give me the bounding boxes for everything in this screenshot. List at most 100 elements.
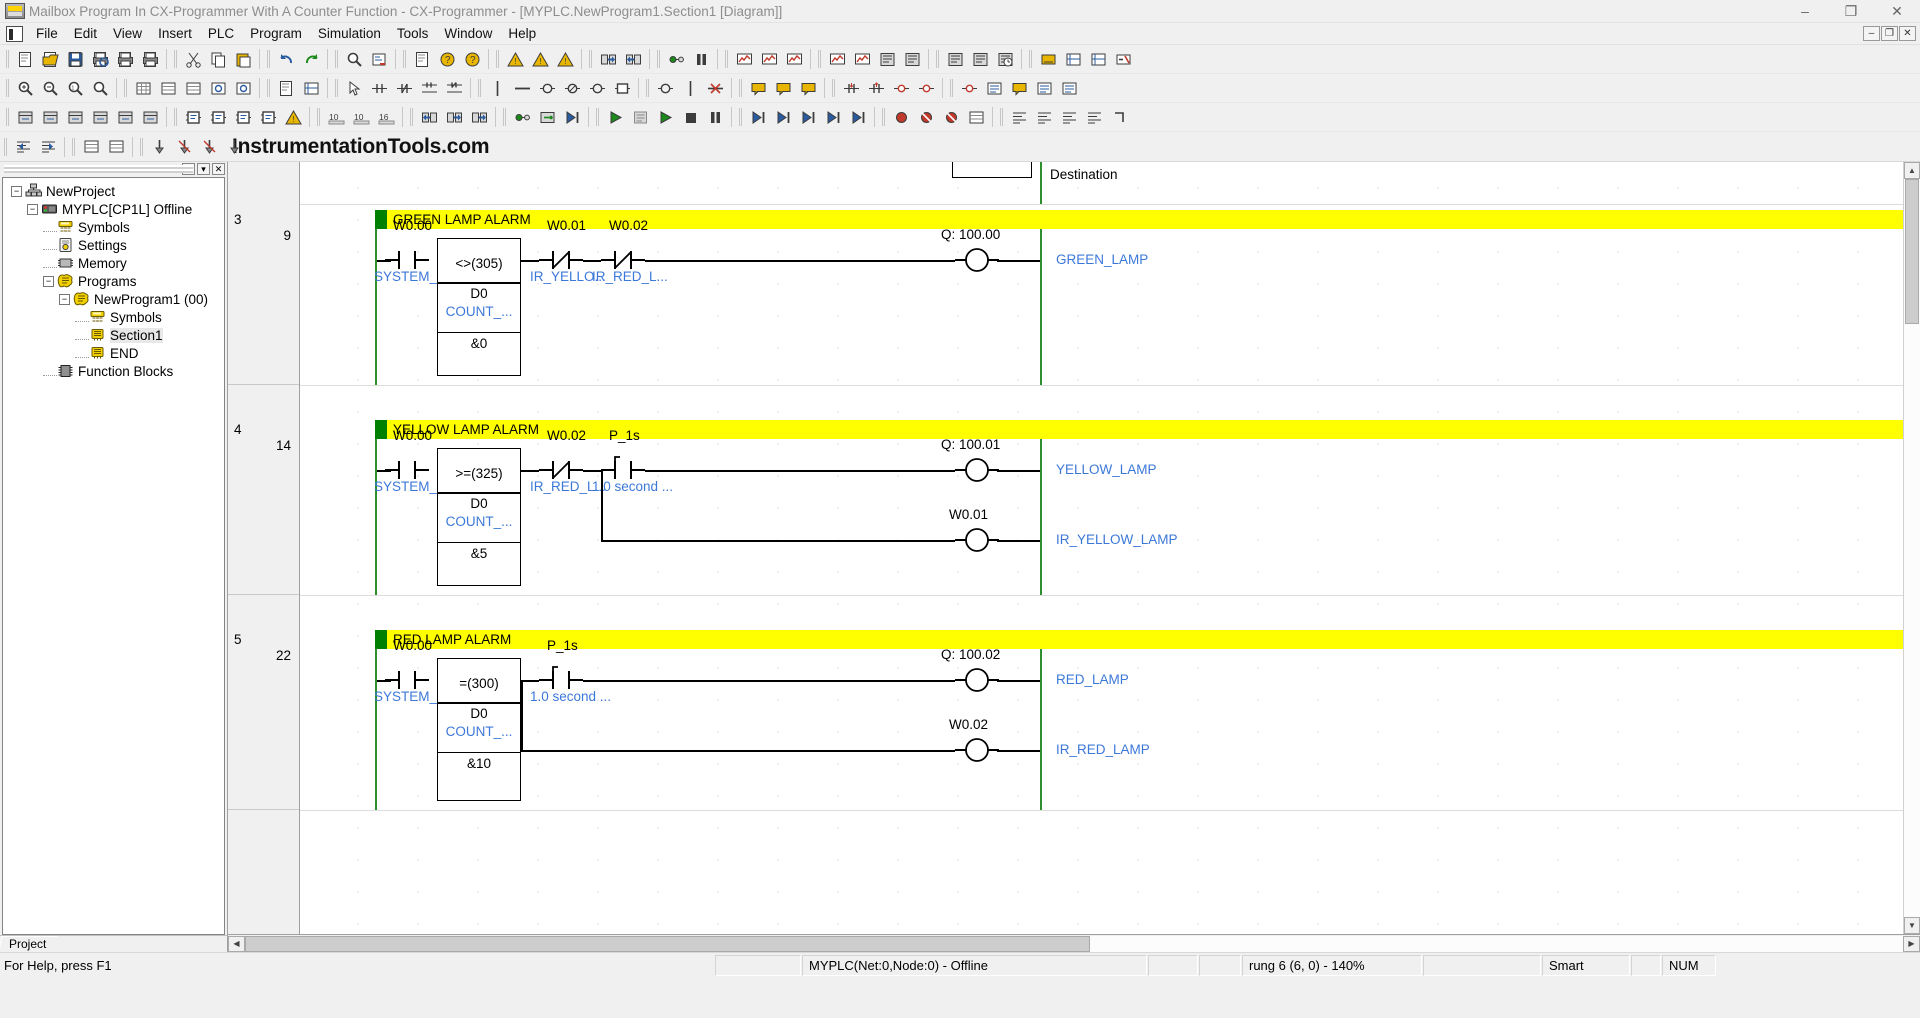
fb-ladder-icon[interactable] [231, 105, 256, 130]
undo-icon[interactable] [274, 47, 299, 72]
tree-item-end[interactable]: END [3, 344, 224, 362]
output-coil[interactable] [955, 665, 999, 695]
hscroll-track[interactable] [245, 935, 1903, 952]
scroll-down-button[interactable]: ▼ [1904, 917, 1920, 934]
menu-view[interactable]: View [105, 24, 150, 43]
toolbar-grip[interactable] [315, 106, 322, 128]
show-rung-icon[interactable] [1057, 76, 1082, 101]
toolbar-grip[interactable] [816, 48, 823, 70]
break-all-icon[interactable] [939, 105, 964, 130]
menu-edit[interactable]: Edit [66, 24, 105, 43]
output-coil[interactable] [955, 455, 999, 485]
data-trace-icon[interactable] [825, 47, 850, 72]
mdi-close-button[interactable]: ✕ [1899, 26, 1916, 41]
vscroll-thumb[interactable] [1905, 179, 1919, 324]
grid-icon[interactable] [131, 76, 156, 101]
help-pointer-icon[interactable]: ? [435, 47, 460, 72]
cx-protocol-icon[interactable] [875, 47, 900, 72]
context-help-icon[interactable]: ? [460, 47, 485, 72]
replace-icon[interactable] [367, 47, 392, 72]
tree-item-symbols[interactable]: Symbols [3, 308, 224, 326]
toolbar-grip[interactable] [737, 77, 744, 99]
rung-comment-bar[interactable]: GREEN LAMP ALARM [375, 210, 1903, 229]
pin-all-icon[interactable] [222, 134, 247, 159]
tree-expander[interactable]: − [59, 293, 70, 305]
menu-file[interactable]: File [28, 24, 66, 43]
menu-help[interactable]: Help [500, 24, 544, 43]
toolbar-grip[interactable] [265, 77, 272, 99]
stop-icon[interactable] [678, 105, 703, 130]
mdi-minimize-button[interactable]: – [1863, 26, 1880, 41]
address-ref-icon[interactable] [1061, 47, 1086, 72]
rung-gutter-cell[interactable]: 4 14 [228, 420, 299, 595]
pin-icon[interactable] [147, 134, 172, 159]
scroll-right-button[interactable]: ▶ [1903, 935, 1920, 952]
hscroll-thumb[interactable] [245, 935, 1090, 952]
toolbar-grip[interactable] [934, 48, 941, 70]
toolbar-grip[interactable] [594, 106, 601, 128]
toolbar-grip[interactable] [4, 48, 11, 70]
online-edit-icon[interactable] [1111, 47, 1136, 72]
transfer-down-icon[interactable] [442, 105, 467, 130]
output-coil[interactable] [955, 525, 999, 555]
find-icon[interactable] [342, 47, 367, 72]
instruction-block[interactable]: >=(325) D0 COUNT_... &5 [437, 448, 521, 586]
comment-icon[interactable] [746, 76, 771, 101]
work-online-icon[interactable] [664, 47, 689, 72]
maximize-button[interactable]: ❐ [1828, 0, 1874, 23]
pin-clear-icon[interactable] [197, 134, 222, 159]
show-symbol-icon[interactable] [982, 76, 1007, 101]
transfer-up-icon[interactable] [417, 105, 442, 130]
list-detail-icon[interactable] [181, 76, 206, 101]
zoom-100-icon[interactable]: 1 [63, 76, 88, 101]
tree-item-function-blocks[interactable]: Function Blocks [3, 362, 224, 380]
toolbar-grip[interactable] [476, 77, 483, 99]
new-closed-contact-icon[interactable] [392, 76, 417, 101]
tree-item-myplc-cp1l-offline[interactable]: − MYPLC[CP1L] Offline [3, 200, 224, 218]
run-icon[interactable] [653, 105, 678, 130]
decimal-10-signed-icon[interactable]: 10 [349, 105, 374, 130]
break-set-icon[interactable] [889, 105, 914, 130]
toolbar-grip[interactable] [70, 136, 77, 158]
cross-ref-icon[interactable] [1086, 47, 1111, 72]
scroll-left-button[interactable]: ◀ [228, 935, 245, 952]
view-3-icon[interactable] [63, 105, 88, 130]
scroll-up-button[interactable]: ▲ [1904, 162, 1920, 179]
watch2-icon[interactable] [231, 76, 256, 101]
zoom-fit-icon[interactable] [88, 76, 113, 101]
contact-normally-closed[interactable] [601, 236, 645, 270]
contact-normally-open[interactable] [385, 236, 429, 270]
select-mode-icon[interactable] [342, 76, 367, 101]
align-b-icon[interactable] [1032, 105, 1057, 130]
toolbar-grip[interactable] [4, 77, 11, 99]
view-2-icon[interactable] [38, 105, 63, 130]
tree-item-memory[interactable]: Memory [3, 254, 224, 272]
view-6-icon[interactable] [138, 105, 163, 130]
new-contact-or-icon[interactable] [417, 76, 442, 101]
copy-icon[interactable] [206, 47, 231, 72]
toolbar-grip[interactable] [265, 48, 272, 70]
vertical-scrollbar[interactable]: ▲ ▼ [1903, 162, 1920, 934]
delete-line-icon[interactable] [703, 76, 728, 101]
break-list-icon[interactable] [964, 105, 989, 130]
toolbar-grip[interactable] [830, 77, 837, 99]
print-setup-icon[interactable] [138, 47, 163, 72]
show-bar-icon[interactable] [1032, 76, 1057, 101]
contact-up-differentiated[interactable] [601, 446, 645, 480]
align-list-icon[interactable] [79, 134, 104, 159]
hex-16-icon[interactable]: 16 [374, 105, 399, 130]
align-d-icon[interactable] [1082, 105, 1107, 130]
toolbar-grip[interactable] [737, 106, 744, 128]
tree-item-section1[interactable]: Section1 [3, 326, 224, 344]
instruction-block[interactable]: <>(305) D0 COUNT_... &0 [437, 238, 521, 376]
tree-item-symbols[interactable]: Symbols [3, 218, 224, 236]
condition-icon[interactable] [957, 76, 982, 101]
properties-icon[interactable] [410, 47, 435, 72]
differential-monitor-icon[interactable] [782, 47, 807, 72]
align-list2-icon[interactable] [104, 134, 129, 159]
pane-close-button[interactable]: ✕ [212, 163, 225, 175]
corner-icon[interactable] [1107, 105, 1132, 130]
print-preview-icon[interactable] [88, 47, 113, 72]
toolbar-grip[interactable] [2, 136, 9, 158]
rung-comment-bar[interactable]: YELLOW LAMP ALARM [375, 420, 1903, 439]
